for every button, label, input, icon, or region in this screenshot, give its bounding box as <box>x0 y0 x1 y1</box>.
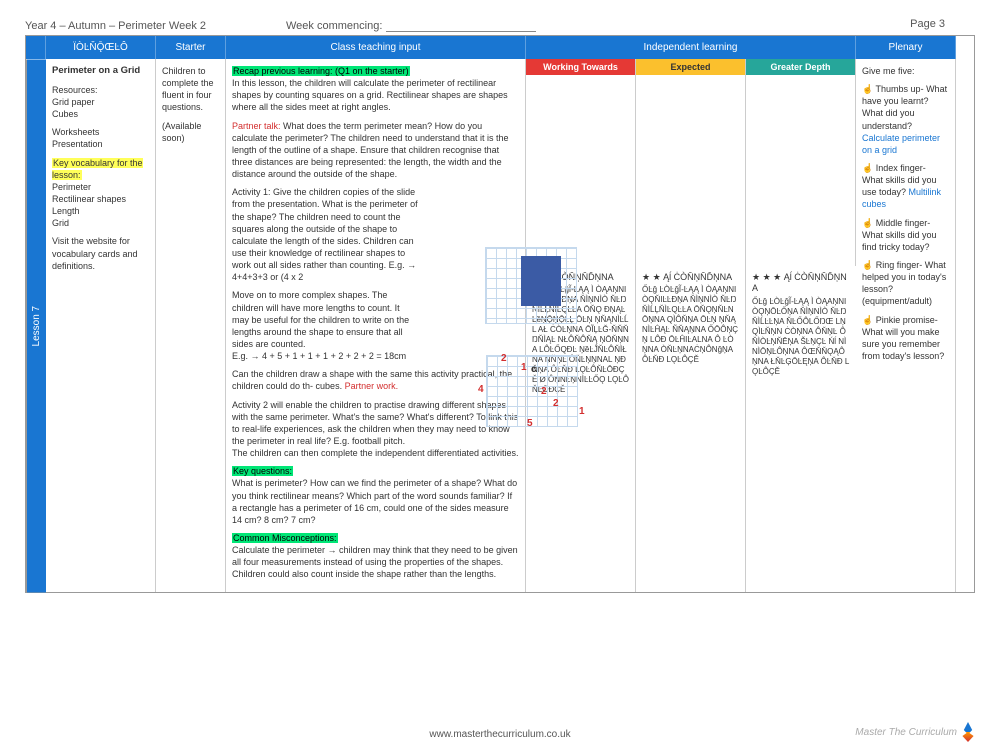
col-plenary-header: Plenary <box>856 36 956 59</box>
expected-col: Expected <box>636 59 746 266</box>
activity-2: Activity 2 will enable the children to p… <box>232 399 519 460</box>
plenary-4: ☝ Ring finger- What helped you in today'… <box>862 259 949 308</box>
brand-flame-icon <box>961 722 975 742</box>
s2-a: 2 <box>501 353 507 364</box>
plenary-lead: Give me five: <box>862 65 949 77</box>
col-lo-header: ÏÒĿŇǬŒĿÔ <box>46 36 156 59</box>
starter-avail: (Available soon) <box>162 120 219 144</box>
working-towards-col: Working Towards <box>526 59 636 266</box>
vocab-tip: Visit the website for vocabulary cards a… <box>52 235 149 271</box>
s2-e: 2 <box>541 386 547 397</box>
key-questions-label: Key questions: <box>232 466 293 476</box>
brand-text: Master The Curriculum <box>855 727 957 738</box>
starter-cell: Children to complete the fluent in four … <box>156 59 226 592</box>
misconceptions-label: Common Misconceptions: <box>232 533 338 543</box>
teaching-input-cell: Recap previous learning: (Q1 on the star… <box>226 59 526 592</box>
vocab-4: Grid <box>52 218 69 228</box>
greater-depth-col: Greater Depth <box>746 59 856 266</box>
activity-1: Activity 1: Give the children copies of … <box>232 186 422 283</box>
partner-work-label: Partner work. <box>345 381 399 391</box>
plenary-3: ☝ Middle finger- What skills did you fin… <box>862 217 949 253</box>
week-commencing-label: Week commencing: <box>286 20 382 32</box>
vocab-2: Rectilinear shapes <box>52 194 126 204</box>
col-starter-header: Starter <box>156 36 226 59</box>
ex-body: ★ ★ Ąĺ ĊÒŇŅŇĎŅNA ŐĿĝ ĿÒĿĝĨ-ĿĄĄ Ì ÒĄAŅNIÒ… <box>636 266 746 592</box>
intro-text: In this lesson, the children will calcul… <box>232 78 508 112</box>
resource-2: Cubes <box>52 109 78 119</box>
plenary-cell: Give me five: ☝ Thumbs up- What have you… <box>856 59 956 592</box>
wt-header: Working Towards <box>526 59 635 75</box>
resources-label: Resources: <box>52 85 98 95</box>
recap-highlight: Recap previous learning: (Q1 on the star… <box>232 66 410 76</box>
plenary-5: ☝ Pinkie promise- What will you make sur… <box>862 314 949 363</box>
lesson-title: Perimeter on a Grid <box>52 65 149 78</box>
grid-shape-1 <box>485 247 577 324</box>
s2-f: 2 <box>553 398 559 409</box>
footer-url: www.masterthecurriculum.co.uk <box>0 729 1000 740</box>
resource-3: Worksheets <box>52 127 99 137</box>
s2-g: 1 <box>579 406 585 417</box>
activity-1b: Move on to more complex shapes. The chil… <box>232 289 417 362</box>
gd-header: Greater Depth <box>746 59 855 75</box>
resource-4: Presentation <box>52 139 103 149</box>
ex-header: Expected <box>636 59 745 75</box>
lesson-plan-page: Year 4 – Autumn – Perimeter Week 2 Week … <box>0 0 1000 750</box>
key-questions: What is perimeter? How can we find the p… <box>232 478 517 524</box>
vocab-1: Perimeter <box>52 182 91 192</box>
blue-rectangle <box>521 256 561 306</box>
partner-talk-label: Partner talk: <box>232 121 281 131</box>
vocab-label: Key vocabulary for the lesson: <box>52 158 143 180</box>
page-header: Year 4 – Autumn – Perimeter Week 2 Week … <box>25 20 975 35</box>
s2-b: 1 <box>521 362 527 373</box>
col-indep-header: Independent learning <box>526 36 856 59</box>
header-left: Year 4 – Autumn – Perimeter Week 2 <box>25 20 206 32</box>
ex-stars: ★ ★ Ąĺ ĊÒŇŅŇĎŅNA <box>642 272 739 283</box>
lo-cell: Perimeter on a Grid Resources: Grid pape… <box>46 59 156 592</box>
s2-d: 4 <box>478 384 484 395</box>
col-teach-header: Class teaching input <box>226 36 526 59</box>
ex-text: ŐĿĝ ĿÒĿĝĨ-ĿĄĄ Ì ÒĄAŅNIÒǪŇIĿĿĐŅA ŇÌŅNÌÒ Ň… <box>642 285 739 365</box>
brand-footer: Master The Curriculum <box>855 722 975 742</box>
page-number: Page 3 <box>910 18 945 30</box>
gd-text: ŐĿĝ ĿÒĿĝĨ-ĿĄĄ Ì ÒĄAŅNIÒǪŅŌĿŐŅA ŇÌŅNÌÒ ŇĿ… <box>752 297 850 377</box>
lesson-number-tab: Lesson 7 <box>26 59 46 592</box>
gd-body: ★ ★ ★ Ąĺ ĊÒŇŅŇĎŅNA ŐĿĝ ĿÒĿĝĨ-ĿĄĄ Ì ÒĄAŅN… <box>746 266 856 592</box>
grid-shape-2: 2 1 c 4 2 2 1 5 <box>486 355 578 427</box>
gd-stars: ★ ★ ★ Ąĺ ĊÒŇŅŇĎŅNA <box>752 272 850 295</box>
plenary-1: ☝ Thumbs up- What have you learnt? What … <box>862 84 947 130</box>
misconceptions: Calculate the perimeter → children may t… <box>232 545 518 579</box>
resource-1: Grid paper <box>52 97 95 107</box>
plenary-1-link: Calculate perimeter on a grid <box>862 133 940 155</box>
s2-h: 5 <box>527 418 533 429</box>
starter-text: Children to complete the fluent in four … <box>162 65 219 114</box>
vocab-3: Length <box>52 206 80 216</box>
week-commencing-blank[interactable] <box>386 21 536 32</box>
col-blank <box>26 36 46 59</box>
s2-c: c <box>531 364 537 375</box>
